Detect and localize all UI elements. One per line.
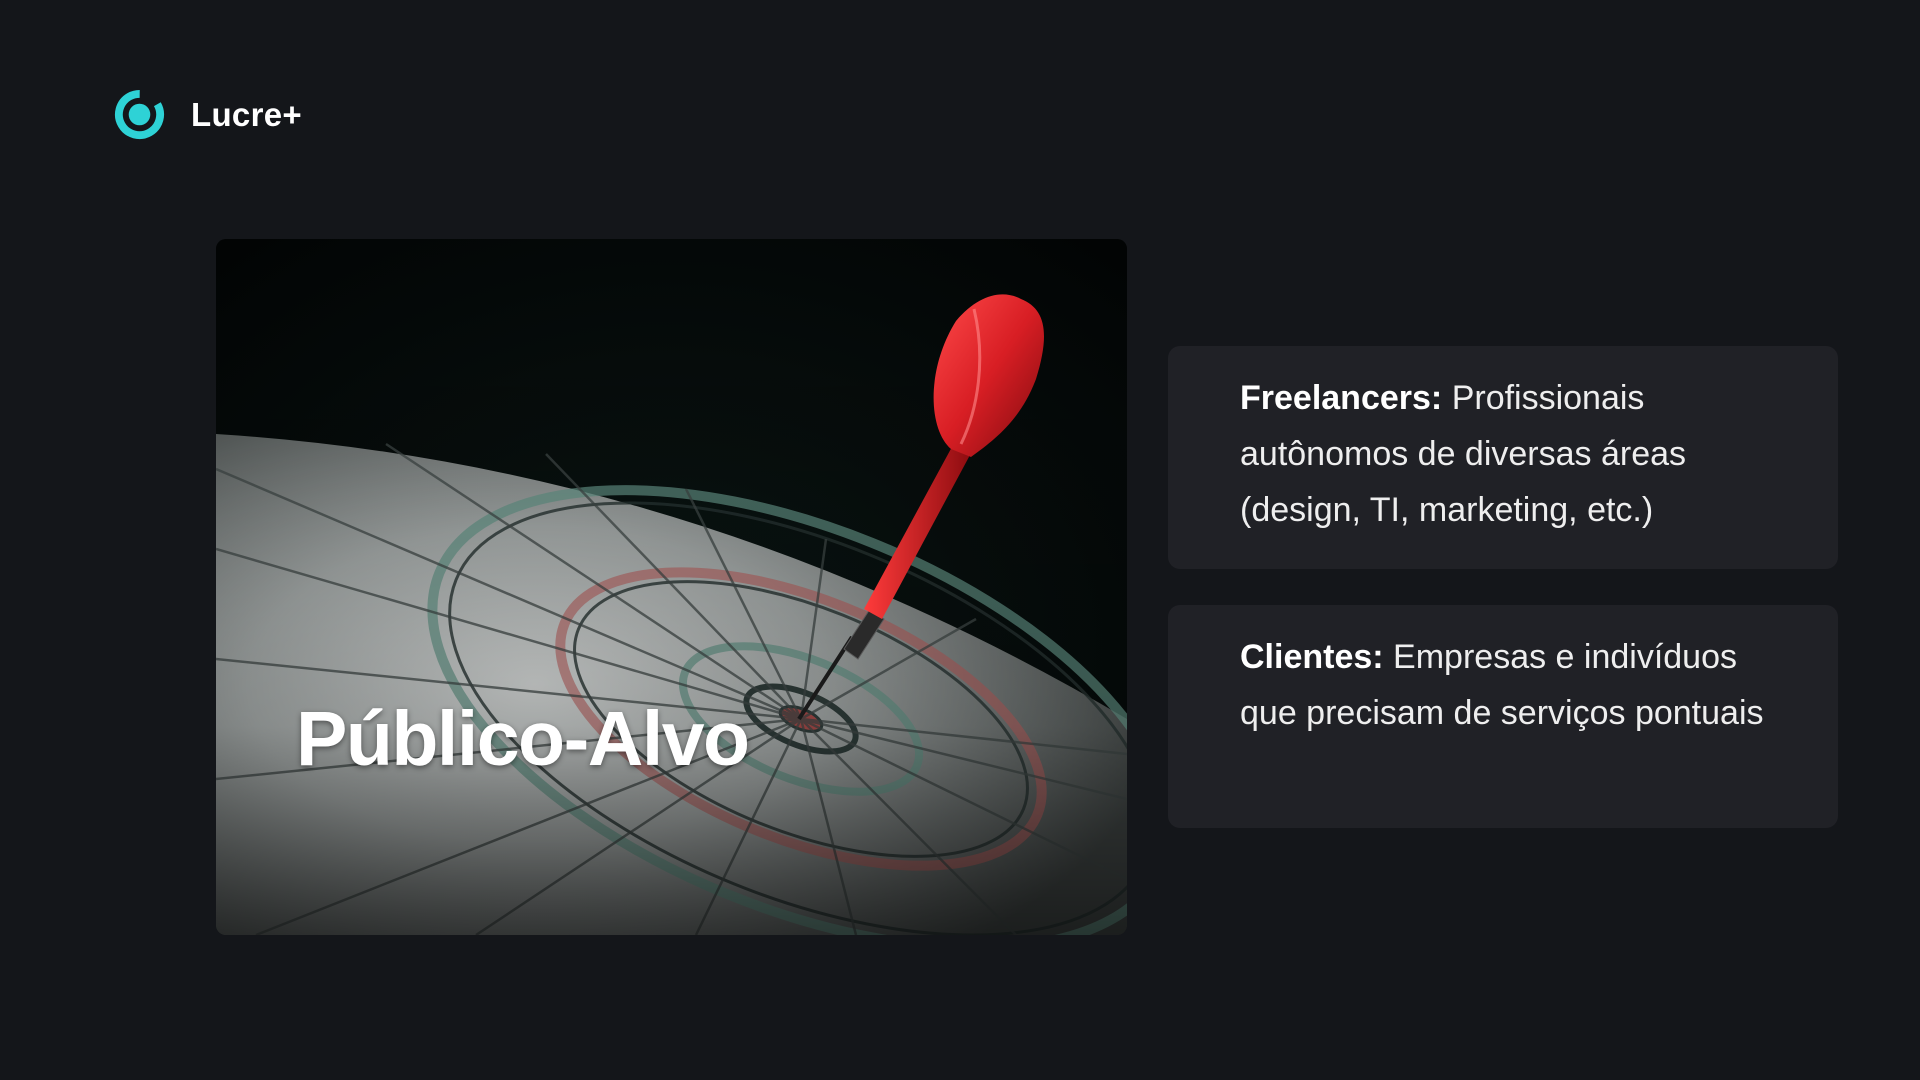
audience-card-freelancers: Freelancers: Profissionais autônomos de … <box>1168 346 1838 569</box>
brand: Lucre+ <box>113 88 302 141</box>
hero-image-panel: Público-Alvo <box>216 239 1127 935</box>
audience-term: Clientes: <box>1240 638 1384 676</box>
audience-card-clientes: Clientes: Empresas e indivíduos que prec… <box>1168 605 1838 828</box>
brand-name: Lucre+ <box>191 95 302 133</box>
ring-logo-icon <box>114 89 165 140</box>
hero-title: Público-Alvo <box>296 696 750 782</box>
audience-term: Freelancers: <box>1240 379 1443 417</box>
dartboard-with-red-dart-image <box>216 239 1127 935</box>
